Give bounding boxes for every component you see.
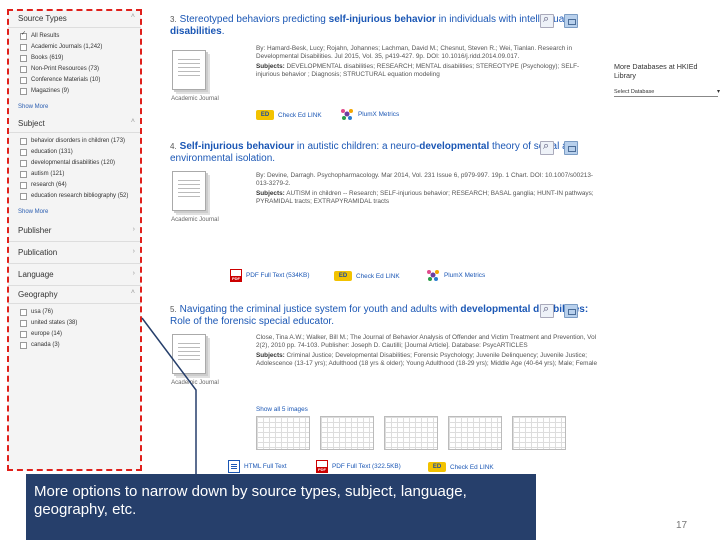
callout-connector [141,317,197,474]
callout-text: More options to narrow down by source ty… [34,483,467,518]
page-number: 17 [676,520,688,531]
callout-pointer [141,317,197,474]
callout-box: More options to narrow down by source ty… [26,474,536,540]
